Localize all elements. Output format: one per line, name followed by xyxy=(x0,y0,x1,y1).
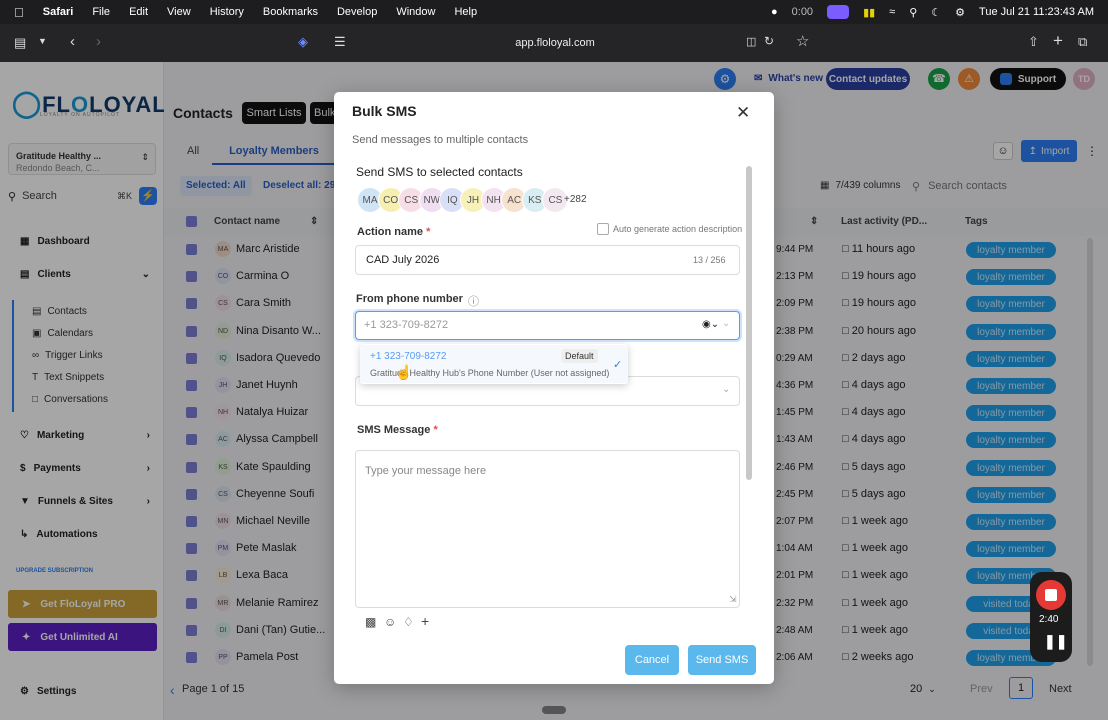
chevron-down-icon: ⌄ xyxy=(722,384,731,395)
chevron-down-icon: ⌄ xyxy=(722,318,731,329)
from-phone-placeholder: +1 323-709-8272 xyxy=(364,319,449,331)
reload-icon[interactable]: ↻ xyxy=(764,34,774,48)
more-contacts-count[interactable]: +282 xyxy=(564,194,587,205)
action-name-label: Action name * xyxy=(357,226,431,238)
modal-scrollbar[interactable] xyxy=(746,166,752,480)
extension-icon[interactable]: ◈ xyxy=(298,34,308,50)
send-sms-button[interactable]: Send SMS xyxy=(688,645,756,675)
menu-bookmarks[interactable]: Bookmarks xyxy=(263,6,318,18)
sms-message-label: SMS Message * xyxy=(357,424,438,436)
lock-icon[interactable]: ● xyxy=(771,6,778,18)
menu-window[interactable]: Window xyxy=(396,6,435,18)
screen-share-icon[interactable] xyxy=(827,5,850,19)
auto-generate-label: Auto generate action description xyxy=(613,224,743,234)
menu-help[interactable]: Help xyxy=(454,6,477,18)
tag-icon[interactable]: ♢ xyxy=(403,615,414,629)
reader-icon[interactable]: ☰ xyxy=(334,34,346,50)
back-icon[interactable]: ‹ xyxy=(70,33,75,50)
new-tab-icon[interactable]: + xyxy=(1053,31,1063,51)
menu-file[interactable]: File xyxy=(92,6,110,18)
close-icon[interactable]: ✕ xyxy=(736,103,750,123)
forward-icon[interactable]: › xyxy=(96,33,101,50)
action-name-counter: 13 / 256 xyxy=(693,255,726,265)
sidebar-toggle-icon[interactable]: ▤ xyxy=(14,35,26,51)
apple-icon[interactable]:  xyxy=(14,5,24,20)
emoji-icon[interactable]: ☺ xyxy=(384,615,396,629)
focus-moon-icon[interactable]: ☾ xyxy=(931,6,941,19)
action-name-value: CAD July 2026 xyxy=(366,254,440,266)
resize-handle-icon[interactable]: ⇲ xyxy=(729,594,737,605)
control-center-icon[interactable]: ⚙ xyxy=(955,6,965,19)
modal-title: Bulk SMS xyxy=(352,103,417,119)
wifi-icon[interactable]: ≈ xyxy=(889,6,895,18)
menu-small-time: 0:00 xyxy=(791,6,814,18)
phone-option-number: +1 323-709-8272 xyxy=(370,351,447,362)
auto-generate-checkbox[interactable] xyxy=(597,223,609,235)
default-badge: Default xyxy=(561,349,598,363)
translate-icon[interactable]: ◫ xyxy=(746,35,756,48)
cancel-button[interactable]: Cancel xyxy=(625,645,679,675)
tab-overview-icon[interactable]: ⧉ xyxy=(1078,34,1087,50)
menu-app[interactable]: Safari xyxy=(43,6,74,18)
from-phone-label: From phone number ⓘ xyxy=(356,293,479,309)
menu-datetime[interactable]: Tue Jul 21 11:23:43 AM xyxy=(979,6,1094,18)
info-icon[interactable]: ⓘ xyxy=(468,293,479,309)
from-phone-text: From phone number xyxy=(356,293,463,305)
sms-message-text: SMS Message xyxy=(357,424,431,436)
menu-history[interactable]: History xyxy=(210,6,244,18)
modal-subtitle: Send messages to multiple contacts xyxy=(352,134,529,146)
sms-message-placeholder: Type your message here xyxy=(365,465,487,477)
image-icon[interactable]: ▩ xyxy=(365,615,376,629)
menu-view[interactable]: View xyxy=(167,6,191,18)
section-title: Send SMS to selected contacts xyxy=(356,165,523,179)
pause-icon[interactable]: ❚❚ xyxy=(1044,633,1067,650)
bookmark-star-icon[interactable]: ☆ xyxy=(796,32,809,50)
chevron-down-icon[interactable]: ▼ xyxy=(38,36,47,46)
url-bar[interactable]: app.floloyal.com xyxy=(370,30,740,56)
stop-icon xyxy=(1045,589,1057,601)
spotlight-search-icon[interactable]: ⚲ xyxy=(909,6,917,19)
battery-icon[interactable]: ▮▮ xyxy=(863,6,875,19)
check-icon: ✓ xyxy=(613,359,623,371)
hand-cursor-icon: ☝ xyxy=(395,364,413,380)
modal-backdrop-side[interactable] xyxy=(0,62,164,720)
add-icon[interactable]: + xyxy=(421,613,429,629)
home-indicator xyxy=(542,706,566,714)
action-name-text: Action name xyxy=(357,226,424,238)
share-icon[interactable]: ⇧ xyxy=(1028,34,1039,50)
menu-edit[interactable]: Edit xyxy=(129,6,148,18)
recording-time: 2:40 xyxy=(1039,614,1059,625)
phone-provider-icon: ◉⌄ xyxy=(702,319,720,330)
menu-bar:  Safari File Edit View History Bookmark… xyxy=(0,0,1108,24)
menu-develop[interactable]: Develop xyxy=(337,6,377,18)
